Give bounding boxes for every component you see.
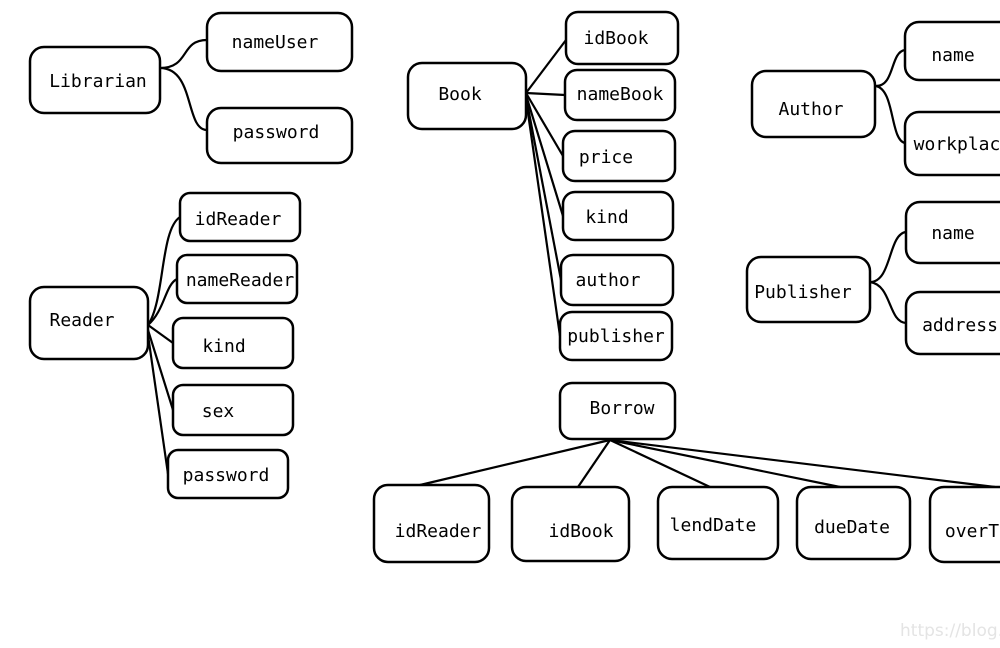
- diagram-canvas: Librarian nameUser password Reader idRea…: [28, 10, 1000, 641]
- attribute-name: name: [904, 200, 1000, 265]
- entity-librarian: Librarian: [28, 45, 162, 115]
- entity-label: Borrow: [589, 398, 654, 419]
- attribute-idbook: idBook: [510, 485, 631, 563]
- attribute-kind: kind: [171, 316, 295, 370]
- attribute-label: idReader: [195, 209, 282, 230]
- attribute-overt: overT: [928, 485, 1000, 564]
- attribute-nameuser: nameUser: [205, 11, 354, 73]
- entity-label: Book: [438, 84, 482, 105]
- edge-reader-sex: [146, 329, 175, 411]
- attribute-label: password: [183, 465, 270, 486]
- attribute-label: price: [579, 147, 633, 168]
- entity-label: Author: [778, 99, 843, 120]
- attribute-namereader: nameReader: [175, 253, 299, 305]
- attribute-author: author: [559, 253, 675, 307]
- edge-book-publisher: [524, 98, 562, 337]
- edge-librarian-nameuser: [159, 38, 208, 70]
- attribute-label: lendDate: [670, 515, 757, 536]
- attribute-label: password: [233, 122, 320, 143]
- edge-publisher-name: [869, 230, 907, 284]
- edge-book-namebook: [525, 91, 566, 97]
- edge-book-idbook: [525, 39, 567, 94]
- attribute-sex: sex: [171, 383, 295, 437]
- entity-label: Librarian: [49, 71, 147, 92]
- attribute-label: nameReader: [186, 270, 295, 291]
- attribute-label: address: [922, 315, 998, 336]
- entity-label: Publisher: [754, 282, 852, 303]
- attribute-label: author: [575, 270, 640, 291]
- edge-author-name: [875, 48, 906, 88]
- edge-author-workplac: [875, 84, 906, 145]
- attribute-label: nameBook: [577, 84, 664, 105]
- attribute-workplac: workplac: [903, 110, 1000, 177]
- entity-label: Reader: [49, 310, 114, 331]
- attribute-password: password: [166, 448, 290, 500]
- attribute-name: name: [903, 20, 1000, 82]
- edge-borrow-idreader: [419, 438, 611, 487]
- attribute-address: address: [904, 290, 1000, 356]
- edge-reader-password: [146, 334, 170, 475]
- er-diagram: Librarian nameUser password Reader idRea…: [0, 0, 1000, 648]
- attribute-label: workplac: [914, 134, 1000, 155]
- attribute-label: idBook: [548, 521, 613, 542]
- attribute-label: nameUser: [232, 32, 319, 53]
- attribute-label: sex: [202, 401, 235, 422]
- attribute-duedate: dueDate: [795, 485, 912, 561]
- attribute-idreader: idReader: [372, 483, 491, 564]
- attribute-idreader: idReader: [178, 191, 302, 243]
- attribute-label: publisher: [567, 326, 665, 347]
- attribute-idbook: idBook: [564, 10, 680, 66]
- attribute-label: overT: [945, 521, 999, 542]
- attribute-price: price: [561, 129, 677, 183]
- edge-publisher-address: [869, 280, 907, 325]
- attribute-lenddate: lendDate: [656, 485, 780, 561]
- attribute-kind: kind: [561, 190, 675, 242]
- entity-author: Author: [750, 69, 877, 139]
- attribute-label: kind: [585, 207, 628, 228]
- attribute-label: dueDate: [814, 517, 890, 538]
- attribute-label: name: [931, 223, 974, 244]
- attribute-namebook: nameBook: [563, 68, 677, 122]
- attribute-label: name: [931, 45, 974, 66]
- entity-borrow: Borrow: [558, 381, 677, 441]
- attribute-label: idReader: [395, 521, 482, 542]
- edge-reader-idreader: [147, 216, 181, 326]
- attribute-password: password: [205, 106, 354, 165]
- attribute-label: idBook: [583, 28, 648, 49]
- watermark: https://blog.cs: [900, 621, 1000, 641]
- edge-librarian-password: [159, 66, 208, 132]
- entity-publisher: Publisher: [745, 255, 872, 324]
- attribute-label: kind: [202, 336, 245, 357]
- entity-book: Book: [406, 61, 528, 131]
- attribute-publisher: publisher: [558, 310, 674, 362]
- entity-reader: Reader: [28, 285, 150, 361]
